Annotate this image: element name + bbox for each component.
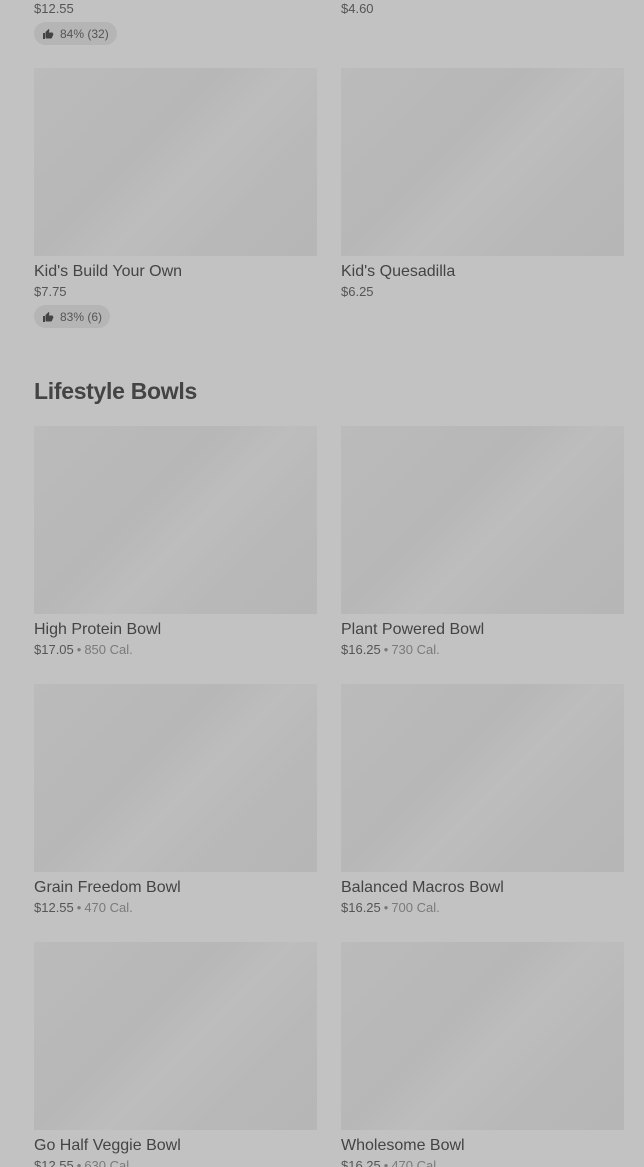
menu-item-card[interactable]: $4.60	[341, 0, 624, 18]
item-image	[34, 684, 317, 872]
item-price: $12.55	[34, 1, 74, 16]
menu-item-card[interactable]: Plant Powered Bowl $16.25 • 730 Cal.	[341, 426, 624, 659]
menu-page: $12.55 84% (32) $4.60 Kid's Build Your O…	[0, 0, 644, 1167]
rating-text: 84% (32)	[60, 26, 109, 41]
separator: •	[76, 642, 82, 657]
thumbs-up-icon	[43, 311, 54, 322]
item-image	[341, 684, 624, 872]
item-title: Balanced Macros Bowl	[341, 879, 504, 896]
separator: •	[76, 900, 82, 915]
separator: •	[383, 642, 389, 657]
item-image	[341, 68, 624, 256]
item-calories: 470 Cal.	[391, 1158, 440, 1167]
item-price: $12.55	[34, 900, 74, 915]
item-price: $17.05	[34, 642, 74, 657]
item-image	[341, 426, 624, 614]
separator: •	[383, 900, 389, 915]
item-price: $6.25	[341, 284, 374, 299]
menu-item-card[interactable]: Balanced Macros Bowl $16.25 • 700 Cal.	[341, 684, 624, 917]
item-calories: 630 Cal.	[84, 1158, 133, 1167]
item-title: Plant Powered Bowl	[341, 621, 485, 638]
menu-item-card[interactable]: Kid's Quesadilla $6.25	[341, 68, 624, 301]
item-image	[34, 426, 317, 614]
menu-item-card[interactable]: Kid's Build Your Own $7.75 83% (6)	[34, 68, 317, 328]
item-meta: $12.55 • 470 Cal.	[34, 899, 317, 917]
thumbs-up-icon	[43, 28, 54, 39]
item-title: Kid's Build Your Own	[34, 263, 183, 280]
item-title: High Protein Bowl	[34, 621, 162, 638]
item-price: $16.25	[341, 642, 381, 657]
item-calories: 470 Cal.	[84, 900, 133, 915]
item-calories: 700 Cal.	[391, 900, 440, 915]
menu-item-card[interactable]: Go Half Veggie Bowl $12.55 • 630 Cal.	[34, 942, 317, 1167]
item-meta: $16.25 • 730 Cal.	[341, 641, 624, 659]
separator: •	[76, 1158, 82, 1167]
item-image	[34, 68, 317, 256]
menu-item-card[interactable]: High Protein Bowl $17.05 • 850 Cal.	[34, 426, 317, 659]
item-title: Go Half Veggie Bowl	[34, 1137, 181, 1154]
item-price: $7.75	[34, 284, 67, 299]
menu-item-card[interactable]: Grain Freedom Bowl $12.55 • 470 Cal.	[34, 684, 317, 917]
section-heading: Lifestyle Bowls	[34, 378, 197, 404]
rating-badge: 84% (32)	[34, 22, 117, 45]
item-calories: 850 Cal.	[84, 642, 133, 657]
item-image	[341, 942, 624, 1130]
item-meta: $17.05 • 850 Cal.	[34, 641, 317, 659]
menu-item-card[interactable]: Wholesome Bowl $16.25 • 470 Cal.	[341, 942, 624, 1167]
item-title: Grain Freedom Bowl	[34, 879, 181, 896]
item-price: $16.25	[341, 1158, 381, 1167]
item-price: $16.25	[341, 900, 381, 915]
rating-badge: 83% (6)	[34, 305, 111, 328]
item-price: $4.60	[341, 1, 374, 16]
item-image	[34, 942, 317, 1130]
item-title: Wholesome Bowl	[341, 1137, 465, 1154]
item-title: Kid's Quesadilla	[341, 263, 456, 280]
separator: •	[383, 1158, 389, 1167]
rating-text: 83% (6)	[60, 309, 103, 324]
menu-item-card[interactable]: $12.55 84% (32)	[34, 0, 317, 45]
item-meta: $16.25 • 470 Cal.	[341, 1157, 624, 1167]
item-meta: $16.25 • 700 Cal.	[341, 899, 624, 917]
item-calories: 730 Cal.	[391, 642, 440, 657]
item-meta: $12.55 • 630 Cal.	[34, 1157, 317, 1167]
item-price: $12.55	[34, 1158, 74, 1167]
